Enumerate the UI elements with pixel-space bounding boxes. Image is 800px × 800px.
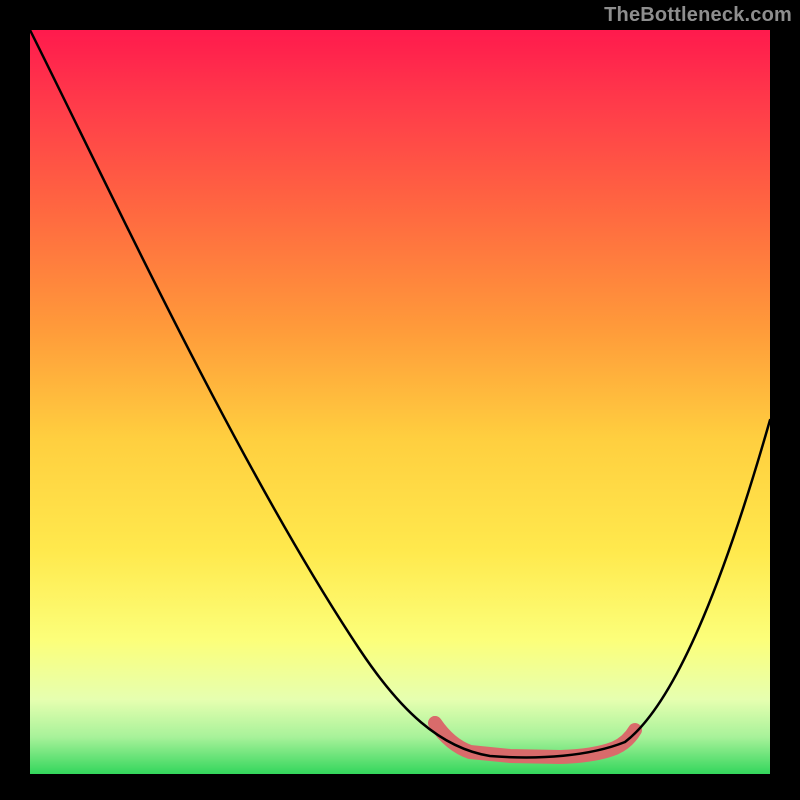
plot-background <box>30 30 770 774</box>
highlight-start-dot <box>429 716 441 728</box>
attribution-text: TheBottleneck.com <box>604 4 792 27</box>
chart-svg <box>0 0 800 800</box>
chart-stage: { "attribution": "TheBottleneck.com", "c… <box>0 0 800 800</box>
